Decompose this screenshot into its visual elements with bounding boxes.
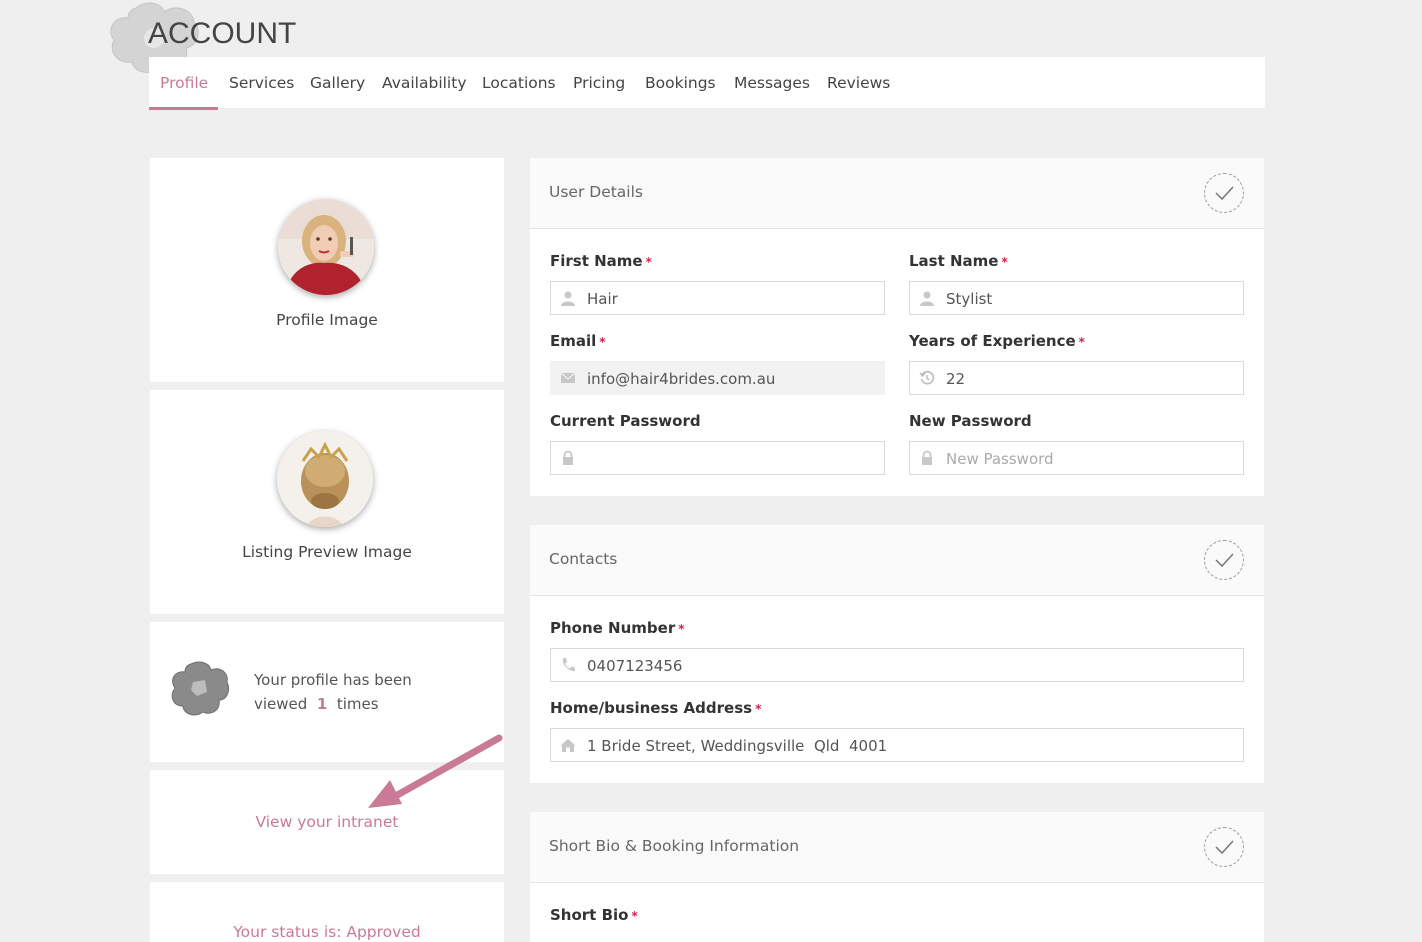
last-name-field[interactable]: Stylist [909,281,1244,315]
last-name-label: Last Name * [909,252,1008,270]
listing-image-label: Listing Preview Image [242,543,412,561]
address-field[interactable]: 1 Bride Street, Weddingsville Qld 4001 [550,728,1244,762]
experience-field[interactable]: 22 [909,361,1244,395]
short-bio-label: Short Bio * [550,906,638,924]
views-post: times [336,695,379,713]
tab-messages[interactable]: Messages [734,57,810,108]
phone-value: 0407123456 [587,657,683,675]
new-password-placeholder: New Password [946,450,1054,468]
views-pre: viewed [254,695,308,713]
user-details-header: User Details [530,158,1264,229]
current-password-label: Current Password [550,412,701,430]
lock-icon [922,450,932,465]
listing-avatar[interactable] [277,431,373,527]
new-password-field[interactable]: New Password [909,441,1244,475]
profile-views-text: Your profile has been viewed 1 times [254,668,412,716]
tab-pricing[interactable]: Pricing [573,57,625,108]
phone-label: Phone Number * [550,619,685,637]
flower-icon [171,661,230,716]
tab-services[interactable]: Services [229,57,294,108]
views-count: 1 [316,695,328,713]
tab-gallery[interactable]: Gallery [310,57,365,108]
bio-title: Short Bio & Booking Information [549,837,800,855]
experience-label: Years of Experience * [909,332,1085,350]
first-name-value: Hair [587,290,618,308]
arrow-annotation [368,734,503,808]
bio-header: Short Bio & Booking Information [530,812,1264,883]
tab-bar: Profile Services Gallery Availability Lo… [149,57,1265,110]
views-line-2: viewed 1 times [254,692,412,716]
check-icon [1215,186,1234,201]
listing-image-card: Listing Preview Image [150,390,504,614]
phone-field[interactable]: 0407123456 [550,648,1244,682]
views-line-1: Your profile has been [254,671,412,689]
user-details-check[interactable] [1204,173,1244,213]
user-icon [920,291,934,306]
home-icon [560,739,576,752]
envelope-icon [560,372,576,383]
email-label: Email * [550,332,606,350]
bio-panel: Short Bio & Booking Information Short Bi… [530,812,1264,942]
tab-bookings[interactable]: Bookings [645,57,716,108]
contacts-panel: Contacts Phone Number * 0407123456 Home/b… [530,525,1264,783]
user-details-title: User Details [549,183,643,201]
address-label: Home/business Address * [550,699,762,717]
tab-profile[interactable]: Profile [160,57,208,108]
status-text: Your status is: Approved [233,923,421,941]
user-details-panel: User Details First Name * Hair Last Name *… [530,158,1264,496]
page-title: ACCOUNT [148,17,297,50]
contacts-check[interactable] [1204,540,1244,580]
contacts-header: Contacts [530,525,1264,596]
check-icon [1215,840,1234,855]
phone-icon [562,658,575,672]
check-icon [1215,553,1234,568]
lock-icon [563,450,573,465]
profile-image-card: Profile Image [150,158,504,382]
tab-reviews[interactable]: Reviews [827,57,890,108]
email-field[interactable]: info@hair4brides.com.au [550,361,885,395]
email-value: info@hair4brides.com.au [587,370,776,388]
tab-availability[interactable]: Availability [382,57,467,108]
current-password-field[interactable] [550,441,885,475]
profile-avatar[interactable] [278,199,374,295]
first-name-field[interactable]: Hair [550,281,885,315]
user-icon [561,291,575,306]
tab-locations[interactable]: Locations [482,57,556,108]
bio-check[interactable] [1204,827,1244,867]
experience-value: 22 [946,370,966,388]
contacts-title: Contacts [549,550,618,568]
address-value: 1 Bride Street, Weddingsville Qld 4001 [587,737,888,755]
new-password-label: New Password [909,412,1032,430]
profile-image-label: Profile Image [276,311,378,329]
first-name-label: First Name * [550,252,652,270]
status-card: Your status is: Approved [150,882,504,942]
active-tab-indicator [149,107,218,110]
last-name-value: Stylist [946,290,993,308]
history-icon [919,370,935,385]
